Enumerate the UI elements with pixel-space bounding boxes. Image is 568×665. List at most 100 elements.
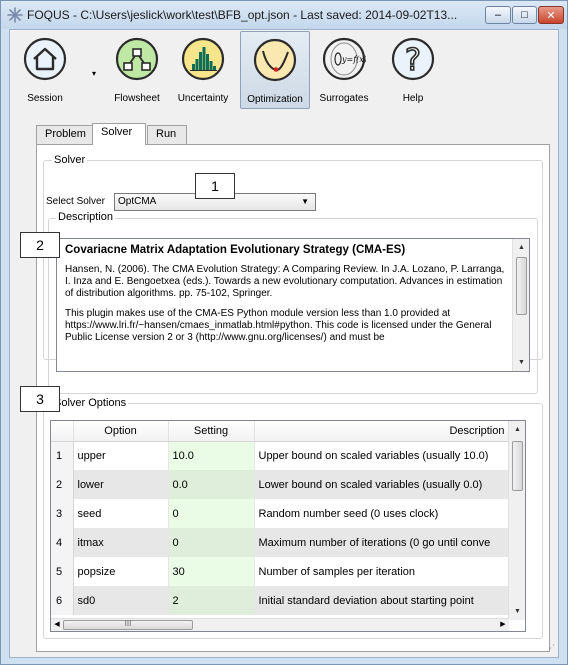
solver-group-title: Solver <box>52 154 88 166</box>
solver-options-group-title: Solver Options <box>52 397 129 409</box>
description-group-title: Description <box>56 211 116 223</box>
option-cell[interactable]: popsize <box>73 557 169 586</box>
table-row[interactable]: 6 sd0 2 Initial standard deviation about… <box>51 586 510 615</box>
solver-select-value: OptCMA <box>118 196 157 207</box>
flowsheet-icon <box>115 37 159 81</box>
foqus-logo-icon <box>7 7 23 23</box>
svg-text:?: ? <box>405 43 421 78</box>
table-row[interactable]: 1 upper 10.0 Upper bound on scaled varia… <box>51 441 510 470</box>
toolbar-help-button[interactable]: ? Help <box>384 31 442 109</box>
option-cell[interactable]: seed <box>73 499 169 528</box>
row-number[interactable]: 6 <box>51 586 74 615</box>
setting-cell[interactable]: 10.0 <box>168 441 255 470</box>
minimize-button[interactable]: – <box>485 6 511 24</box>
scrollbar-grip: III <box>124 619 132 628</box>
description-cell[interactable]: Initial standard deviation about startin… <box>254 586 510 615</box>
window-title: FOQUS - C:\Users\jeslick\work\test\BFB_o… <box>27 8 458 22</box>
toolbar-surrogates-button[interactable]: y=f(x) Surrogates <box>312 31 376 109</box>
title-bar[interactable]: FOQUS - C:\Users\jeslick\work\test\BFB_o… <box>1 1 567 29</box>
toolbar-session-button[interactable]: Session <box>16 31 74 109</box>
scroll-up-icon[interactable]: ▲ <box>513 239 529 256</box>
description-cell[interactable]: Number of samples per iteration <box>254 557 510 586</box>
solver-options-table: Option Setting Description 1 upper 10.0 … <box>50 420 526 632</box>
main-area: Session ▾ Flowsheet Uncertainty Optimiza… <box>9 29 559 658</box>
description-heading: Covariacne Matrix Adaptation Evolutionar… <box>65 244 406 256</box>
scroll-right-icon[interactable]: ▶ <box>497 619 509 631</box>
tab-run[interactable]: Run <box>147 125 187 144</box>
table-vertical-scrollbar[interactable]: ▲ ▼ <box>508 421 525 620</box>
callout-3: 3 <box>20 386 60 412</box>
row-number[interactable]: 2 <box>51 470 74 499</box>
toolbar: Session ▾ Flowsheet Uncertainty Optimiza… <box>10 30 558 110</box>
description-group: Description Covariacne Matrix Adaptation… <box>48 211 538 394</box>
scrollbar-thumb[interactable] <box>512 441 523 491</box>
scroll-down-icon[interactable]: ▼ <box>509 603 525 620</box>
setting-cell[interactable]: 30 <box>168 557 255 586</box>
description-scrollbar[interactable]: ▲ ▼ <box>512 239 529 371</box>
surrogate-function-icon: y=f(x) <box>322 37 366 81</box>
app-window: FOQUS - C:\Users\jeslick\work\test\BFB_o… <box>0 0 568 665</box>
resize-grip-icon[interactable]: ⋰ <box>546 643 555 654</box>
option-cell[interactable]: itmax <box>73 528 169 557</box>
histogram-icon <box>181 37 225 81</box>
tab-problem-label: Problem <box>45 128 86 140</box>
toolbar-flowsheet-label: Flowsheet <box>114 93 160 104</box>
description-cell[interactable]: Random number seed (0 uses clock) <box>254 499 510 528</box>
description-content: Covariacne Matrix Adaptation Evolutionar… <box>57 239 513 352</box>
close-button[interactable]: ✕ <box>538 6 564 24</box>
toolbar-session-label: Session <box>27 93 63 104</box>
toolbar-optimization-button[interactable]: Optimization <box>240 31 310 109</box>
description-paragraph: Hansen, N. (2006). The CMA Evolution Str… <box>65 264 505 299</box>
table-horizontal-scrollbar[interactable]: ◀ III ▶ <box>51 618 509 631</box>
toolbar-surrogates-label: Surrogates <box>319 93 369 104</box>
options-grid: Option Setting Description 1 upper 10.0 … <box>51 421 510 615</box>
tab-run-label: Run <box>156 128 177 140</box>
toolbar-uncertainty-button[interactable]: Uncertainty <box>170 31 236 109</box>
toolbar-optimization-label: Optimization <box>247 94 303 105</box>
setting-cell[interactable]: 0 <box>168 499 255 528</box>
chevron-down-icon[interactable]: ▾ <box>92 69 96 78</box>
column-header-setting[interactable]: Setting <box>168 421 255 442</box>
scroll-left-icon[interactable]: ◀ <box>51 619 63 631</box>
setting-cell[interactable]: 0 <box>168 528 255 557</box>
close-icon: ✕ <box>546 9 556 22</box>
question-mark-icon: ? <box>391 37 435 81</box>
column-header-description[interactable]: Description <box>254 421 510 442</box>
house-icon <box>23 37 67 81</box>
table-row[interactable]: 2 lower 0.0 Lower bound on scaled variab… <box>51 470 510 499</box>
description-cell[interactable]: Lower bound on scaled variables (usually… <box>254 470 510 499</box>
option-cell[interactable]: lower <box>73 470 169 499</box>
solver-options-group: Solver Options Option Setting Descriptio… <box>43 397 543 639</box>
row-number[interactable]: 3 <box>51 499 74 528</box>
column-header-option[interactable]: Option <box>73 421 169 442</box>
scrollbar-thumb[interactable]: III <box>63 619 193 630</box>
row-number[interactable]: 1 <box>51 441 74 470</box>
chevron-down-icon: ▼ <box>301 197 309 206</box>
setting-cell[interactable]: 0.0 <box>168 470 255 499</box>
description-cell[interactable]: Upper bound on scaled variables (usually… <box>254 441 510 470</box>
optimization-curve-icon <box>253 38 297 82</box>
tab-solver[interactable]: Solver <box>92 123 146 145</box>
maximize-button[interactable]: □ <box>512 6 537 24</box>
scroll-down-icon[interactable]: ▼ <box>513 354 529 371</box>
toolbar-help-label: Help <box>402 93 424 104</box>
description-text-area[interactable]: Covariacne Matrix Adaptation Evolutionar… <box>56 238 530 372</box>
option-cell[interactable]: sd0 <box>73 586 169 615</box>
scroll-up-icon[interactable]: ▲ <box>509 421 525 438</box>
description-cell[interactable]: Maximum number of iterations (0 go until… <box>254 528 510 557</box>
table-row[interactable]: 3 seed 0 Random number seed (0 uses cloc… <box>51 499 510 528</box>
option-cell[interactable]: upper <box>73 441 169 470</box>
table-header-row: Option Setting Description <box>51 421 510 442</box>
row-number-header <box>51 421 74 442</box>
callout-1: 1 <box>195 173 235 199</box>
tab-solver-label: Solver <box>101 126 133 138</box>
table-row[interactable]: 5 popsize 30 Number of samples per itera… <box>51 557 510 586</box>
tab-problem[interactable]: Problem <box>36 125 93 144</box>
toolbar-flowsheet-button[interactable]: Flowsheet <box>106 31 168 109</box>
solver-group: Solver Select Solver OptCMA ▼ Descriptio… <box>43 154 543 394</box>
table-row[interactable]: 4 itmax 0 Maximum number of iterations (… <box>51 528 510 557</box>
setting-cell[interactable]: 2 <box>168 586 255 615</box>
row-number[interactable]: 4 <box>51 528 74 557</box>
row-number[interactable]: 5 <box>51 557 74 586</box>
scrollbar-thumb[interactable] <box>516 257 527 315</box>
